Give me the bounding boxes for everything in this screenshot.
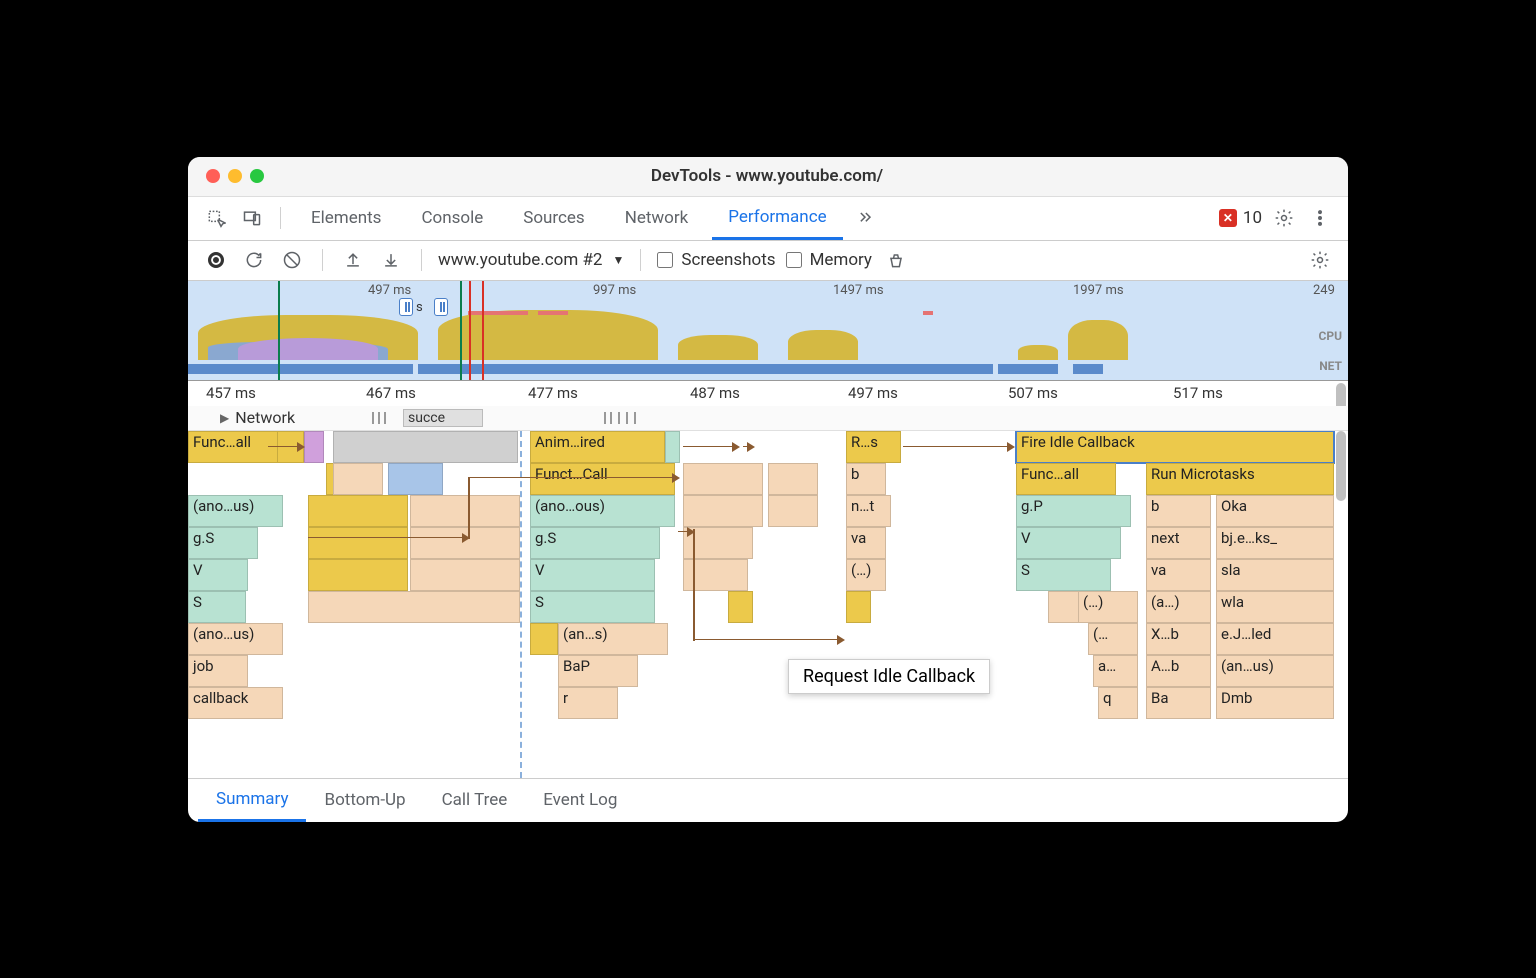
minimize-icon[interactable] <box>228 169 242 183</box>
flame-event[interactable]: S <box>530 591 655 623</box>
flame-event[interactable]: g.P <box>1016 495 1131 527</box>
tab-sources[interactable]: Sources <box>507 196 600 240</box>
download-icon[interactable] <box>377 246 405 274</box>
flame-event[interactable]: n…t <box>846 495 891 527</box>
traffic-lights <box>206 169 264 183</box>
flame-event[interactable]: (…) <box>846 559 886 591</box>
flame-event[interactable]: va <box>846 527 886 559</box>
flame-event[interactable]: job <box>188 655 248 687</box>
window-title: DevTools - www.youtube.com/ <box>264 166 1270 186</box>
tab-calltree[interactable]: Call Tree <box>424 778 526 822</box>
bottom-tabs: Summary Bottom-Up Call Tree Event Log <box>188 778 1348 822</box>
kebab-icon[interactable] <box>1306 204 1334 232</box>
flame-event[interactable] <box>333 431 518 463</box>
flame-event[interactable]: (an…s) <box>558 623 668 655</box>
flame-event[interactable]: r <box>558 687 618 719</box>
screenshots-checkbox[interactable]: Screenshots <box>657 250 775 270</box>
upload-icon[interactable] <box>339 246 367 274</box>
more-tabs-icon[interactable] <box>851 204 879 232</box>
flame-event[interactable]: BaP <box>558 655 638 687</box>
network-track[interactable]: ▶ Network succe <box>188 406 1348 431</box>
flame-event[interactable]: S <box>188 591 246 623</box>
flame-event[interactable]: S <box>1016 559 1111 591</box>
device-toggle-icon[interactable] <box>238 204 266 232</box>
errors-badge[interactable]: ✕10 <box>1219 208 1262 228</box>
flame-event[interactable]: V <box>188 559 248 591</box>
flame-event[interactable]: Funct…Call <box>530 463 675 495</box>
tab-bottomup[interactable]: Bottom-Up <box>306 778 423 822</box>
flame-event[interactable]: (ano…ous) <box>530 495 675 527</box>
tab-elements[interactable]: Elements <box>295 196 397 240</box>
titlebar: DevTools - www.youtube.com/ <box>188 157 1348 197</box>
maximize-icon[interactable] <box>250 169 264 183</box>
timeline-overview[interactable]: 497 ms 997 ms 1497 ms 1997 ms 249 s CPU … <box>188 281 1348 381</box>
flame-scrollbar[interactable] <box>1336 431 1346 501</box>
tab-console[interactable]: Console <box>405 196 499 240</box>
perf-toolbar: www.youtube.com #2▼ Screenshots Memory <box>188 241 1348 281</box>
flame-event[interactable]: g.S <box>188 527 258 559</box>
flame-event[interactable]: V <box>530 559 655 591</box>
main-tabs: Elements Console Sources Network Perform… <box>188 197 1348 241</box>
flame-event[interactable]: b <box>846 463 886 495</box>
tab-summary[interactable]: Summary <box>198 778 306 822</box>
flame-chart[interactable]: Ani…red Func…all (ano…us) g.S V S (ano…u… <box>188 431 1348 778</box>
record-icon[interactable] <box>202 246 230 274</box>
expand-icon[interactable]: ▶ <box>220 411 229 425</box>
tooltip: Request Idle Callback <box>788 659 990 694</box>
flame-event-selected[interactable]: Fire Idle Callback <box>1016 431 1334 463</box>
devtools-window: DevTools - www.youtube.com/ Elements Con… <box>188 157 1348 822</box>
time-ruler: 457 ms 467 ms 477 ms 487 ms 497 ms 507 m… <box>188 381 1348 406</box>
tab-network[interactable]: Network <box>609 196 705 240</box>
overview-handle-right[interactable] <box>434 298 448 316</box>
flame-event[interactable] <box>304 431 324 463</box>
settings-icon[interactable] <box>1270 204 1298 232</box>
flame-event[interactable]: V <box>1016 527 1121 559</box>
tab-performance[interactable]: Performance <box>712 196 842 240</box>
inspect-icon[interactable] <box>202 204 230 232</box>
reload-icon[interactable] <box>240 246 268 274</box>
tab-eventlog[interactable]: Event Log <box>525 778 635 822</box>
close-icon[interactable] <box>206 169 220 183</box>
memory-checkbox[interactable]: Memory <box>786 250 872 270</box>
flame-event[interactable]: Func…all <box>188 431 278 463</box>
flame-event[interactable]: Run Microtasks <box>1146 463 1334 495</box>
flame-event[interactable]: callback <box>188 687 283 719</box>
flame-event[interactable]: Anim…ired <box>530 431 665 463</box>
flame-event[interactable]: (ano…us) <box>188 495 283 527</box>
gc-icon[interactable] <box>882 246 910 274</box>
overview-handle-left[interactable] <box>399 298 413 316</box>
flame-event[interactable]: (ano…us) <box>188 623 283 655</box>
flame-event[interactable]: g.S <box>530 527 660 559</box>
toolbar-settings-icon[interactable] <box>1306 246 1334 274</box>
clear-icon[interactable] <box>278 246 306 274</box>
flame-event[interactable]: Func…all <box>1016 463 1116 495</box>
recording-select[interactable]: www.youtube.com #2▼ <box>438 250 624 270</box>
flame-event[interactable]: R…s <box>846 431 901 463</box>
